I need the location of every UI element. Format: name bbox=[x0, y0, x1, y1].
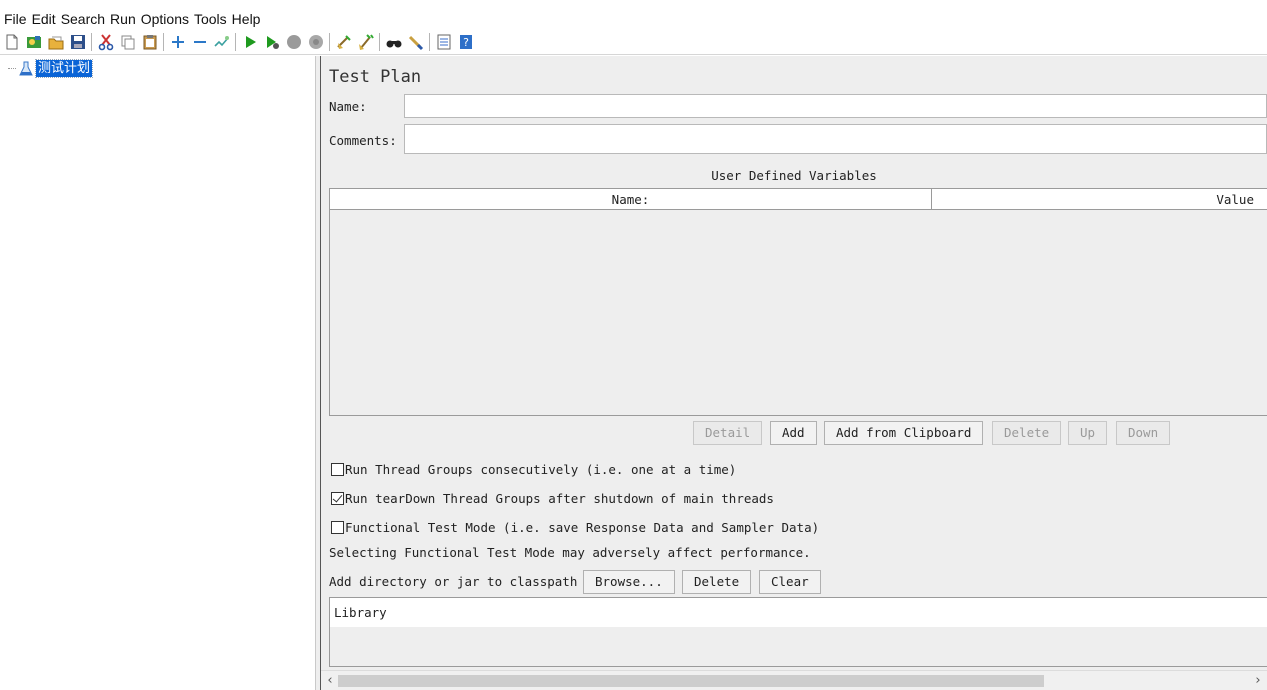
library-header: Library bbox=[330, 598, 1267, 627]
toolbar-separator bbox=[235, 32, 236, 51]
functional-mode-checkbox[interactable] bbox=[331, 521, 344, 534]
toolbar: ? bbox=[0, 29, 1267, 55]
menu-run[interactable]: Run bbox=[110, 11, 136, 27]
paste-icon[interactable] bbox=[140, 32, 159, 51]
templates-icon[interactable] bbox=[24, 32, 43, 51]
menu-options[interactable]: Options bbox=[141, 11, 189, 27]
comments-label: Comments: bbox=[329, 133, 397, 148]
scroll-left-icon[interactable]: ‹ bbox=[323, 672, 337, 690]
toggle-icon[interactable] bbox=[212, 32, 231, 51]
scrollbar-thumb[interactable] bbox=[338, 675, 1044, 687]
horizontal-scrollbar[interactable]: ‹ › bbox=[321, 670, 1267, 690]
menu-edit[interactable]: Edit bbox=[32, 11, 56, 27]
test-plan-icon bbox=[18, 61, 34, 77]
classpath-label: Add directory or jar to classpath bbox=[329, 574, 578, 589]
teardown-option[interactable]: Run tearDown Thread Groups after shutdow… bbox=[331, 491, 774, 506]
tree-connector bbox=[8, 68, 16, 69]
expand-icon[interactable] bbox=[168, 32, 187, 51]
menu-tools[interactable]: Tools bbox=[194, 11, 227, 27]
cut-icon[interactable] bbox=[96, 32, 115, 51]
serialize-checkbox[interactable] bbox=[331, 463, 344, 476]
add-from-clipboard-button[interactable]: Add from Clipboard bbox=[824, 421, 984, 445]
copy-icon[interactable] bbox=[118, 32, 137, 51]
browse-button[interactable]: Browse... bbox=[583, 570, 675, 594]
menu-help[interactable]: Help bbox=[232, 11, 261, 27]
toolbar-separator bbox=[329, 32, 330, 51]
test-tree: 测试计划 bbox=[0, 56, 315, 690]
functional-mode-note: Selecting Functional Test Mode may adver… bbox=[329, 545, 811, 560]
clear-all-icon[interactable] bbox=[356, 32, 375, 51]
add-button[interactable]: Add bbox=[770, 421, 817, 445]
teardown-label: Run tearDown Thread Groups after shutdow… bbox=[345, 491, 774, 506]
down-button[interactable]: Down bbox=[1116, 421, 1171, 445]
menu-search[interactable]: Search bbox=[61, 11, 105, 27]
reset-search-icon[interactable] bbox=[406, 32, 425, 51]
menu-file[interactable]: File bbox=[4, 11, 27, 27]
functional-mode-label: Functional Test Mode (i.e. save Response… bbox=[345, 520, 820, 535]
name-label: Name: bbox=[329, 99, 367, 114]
tree-label-test-plan[interactable]: 测试计划 bbox=[34, 59, 94, 78]
column-header-name[interactable]: Name: bbox=[330, 189, 932, 210]
save-icon[interactable] bbox=[68, 32, 87, 51]
start-icon[interactable] bbox=[240, 32, 259, 51]
collapse-icon[interactable] bbox=[190, 32, 209, 51]
scroll-right-icon[interactable]: › bbox=[1251, 672, 1265, 690]
clear-icon[interactable] bbox=[334, 32, 353, 51]
toolbar-separator bbox=[91, 32, 92, 51]
search-icon[interactable] bbox=[384, 32, 403, 51]
toolbar-separator bbox=[429, 32, 430, 51]
panel-title: Test Plan bbox=[329, 67, 422, 87]
teardown-checkbox[interactable] bbox=[331, 492, 344, 505]
udv-title: User Defined Variables bbox=[711, 168, 877, 183]
open-icon[interactable] bbox=[46, 32, 65, 51]
udv-table-header: Name: Value bbox=[330, 189, 1267, 210]
classpath-delete-button[interactable]: Delete bbox=[682, 570, 752, 594]
toolbar-separator bbox=[163, 32, 164, 51]
stop-icon[interactable] bbox=[284, 32, 303, 51]
svg-text:?: ? bbox=[463, 36, 469, 49]
start-no-pause-icon[interactable] bbox=[262, 32, 281, 51]
library-table[interactable]: Library bbox=[329, 597, 1267, 667]
udv-table[interactable]: Name: Value bbox=[329, 188, 1267, 416]
column-header-value[interactable]: Value bbox=[932, 189, 1254, 210]
classpath-clear-button[interactable]: Clear bbox=[759, 570, 821, 594]
comments-field[interactable] bbox=[404, 124, 1267, 154]
name-field[interactable] bbox=[404, 94, 1267, 118]
serialize-option[interactable]: Run Thread Groups consecutively (i.e. on… bbox=[331, 462, 736, 477]
tree-node-test-plan[interactable]: 测试计划 bbox=[8, 59, 94, 78]
shutdown-icon[interactable] bbox=[306, 32, 325, 51]
serialize-label: Run Thread Groups consecutively (i.e. on… bbox=[345, 462, 737, 477]
delete-variable-button[interactable]: Delete bbox=[992, 421, 1062, 445]
help-icon[interactable]: ? bbox=[456, 32, 475, 51]
up-button[interactable]: Up bbox=[1068, 421, 1108, 445]
new-icon[interactable] bbox=[2, 32, 21, 51]
functional-mode-option[interactable]: Functional Test Mode (i.e. save Response… bbox=[331, 520, 819, 535]
function-helper-icon[interactable] bbox=[434, 32, 453, 51]
detail-button[interactable]: Detail bbox=[693, 421, 763, 445]
test-plan-panel: Test Plan Name: Comments: User Defined V… bbox=[321, 56, 1267, 690]
toolbar-separator bbox=[379, 32, 380, 51]
menu-bar: File Edit Search Run Options Tools Help bbox=[0, 0, 1267, 29]
